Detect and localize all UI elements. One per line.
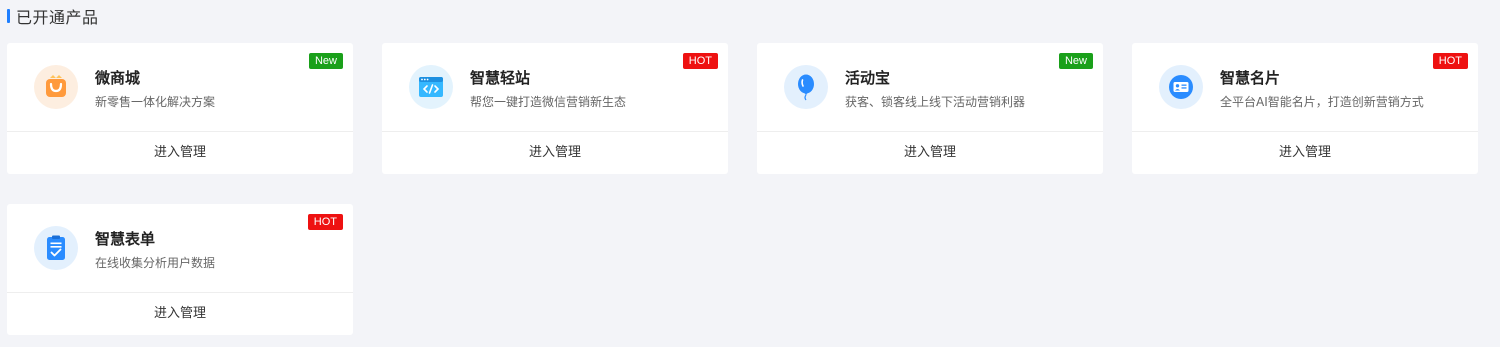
- product-description: 获客、锁客线上线下活动营销利器: [845, 95, 1026, 109]
- manage-button[interactable]: 进入管理: [757, 132, 1103, 174]
- card-body: New 微商城 新零售一体化解决方案: [7, 43, 353, 132]
- shopping-bag-icon: [34, 65, 78, 109]
- card-body: New 活动宝 获客、锁客线上线下活动营销利器: [757, 43, 1103, 132]
- balloon-icon: [784, 65, 828, 109]
- product-name: 活动宝: [845, 69, 891, 87]
- product-card-weishangcheng: New 微商城 新零售一体化解决方案 进入管理: [7, 43, 353, 174]
- new-badge: New: [308, 53, 343, 69]
- card-body: HOT 智慧名片 全平台AI智能名片，打造创新营销方式: [1132, 43, 1478, 132]
- product-name: 智慧名片: [1220, 69, 1281, 87]
- manage-button[interactable]: 进入管理: [7, 293, 353, 335]
- product-card-zhihuimingpian: HOT 智慧名片 全平台AI智能名片，打造创新营销方式 进入管理: [1132, 43, 1478, 174]
- product-name: 智慧表单: [95, 230, 156, 248]
- product-card-zhihuiqingzhan: HOT 智慧轻站 帮您一键打造微信营销新生态 进入管理: [382, 43, 728, 174]
- manage-button[interactable]: 进入管理: [1132, 132, 1478, 174]
- id-card-icon: [1159, 65, 1203, 109]
- product-description: 帮您一键打造微信营销新生态: [470, 95, 627, 109]
- manage-button[interactable]: 进入管理: [7, 132, 353, 174]
- hot-badge: HOT: [682, 53, 718, 69]
- product-description: 新零售一体化解决方案: [95, 95, 216, 109]
- product-card-zhihuibiaodan: HOT 智慧表单 在线收集分析用户数据 进入管理: [7, 204, 353, 335]
- card-body: HOT 智慧轻站 帮您一键打造微信营销新生态: [382, 43, 728, 132]
- code-window-icon: [409, 65, 453, 109]
- new-badge: New: [1058, 53, 1093, 69]
- card-body: HOT 智慧表单 在线收集分析用户数据: [7, 204, 353, 293]
- product-name: 微商城: [95, 69, 141, 87]
- product-description: 全平台AI智能名片，打造创新营销方式: [1220, 95, 1424, 109]
- hot-badge: HOT: [307, 214, 343, 230]
- section-title: 已开通产品: [16, 8, 99, 27]
- product-card-huodongbao: New 活动宝 获客、锁客线上线下活动营销利器 进入管理: [757, 43, 1103, 174]
- section-accent-bar: [7, 9, 10, 23]
- product-description: 在线收集分析用户数据: [95, 256, 216, 270]
- manage-button[interactable]: 进入管理: [382, 132, 728, 174]
- hot-badge: HOT: [1432, 53, 1468, 69]
- clipboard-check-icon: [34, 226, 78, 270]
- section-header: 已开通产品: [7, 5, 99, 27]
- product-name: 智慧轻站: [470, 69, 531, 87]
